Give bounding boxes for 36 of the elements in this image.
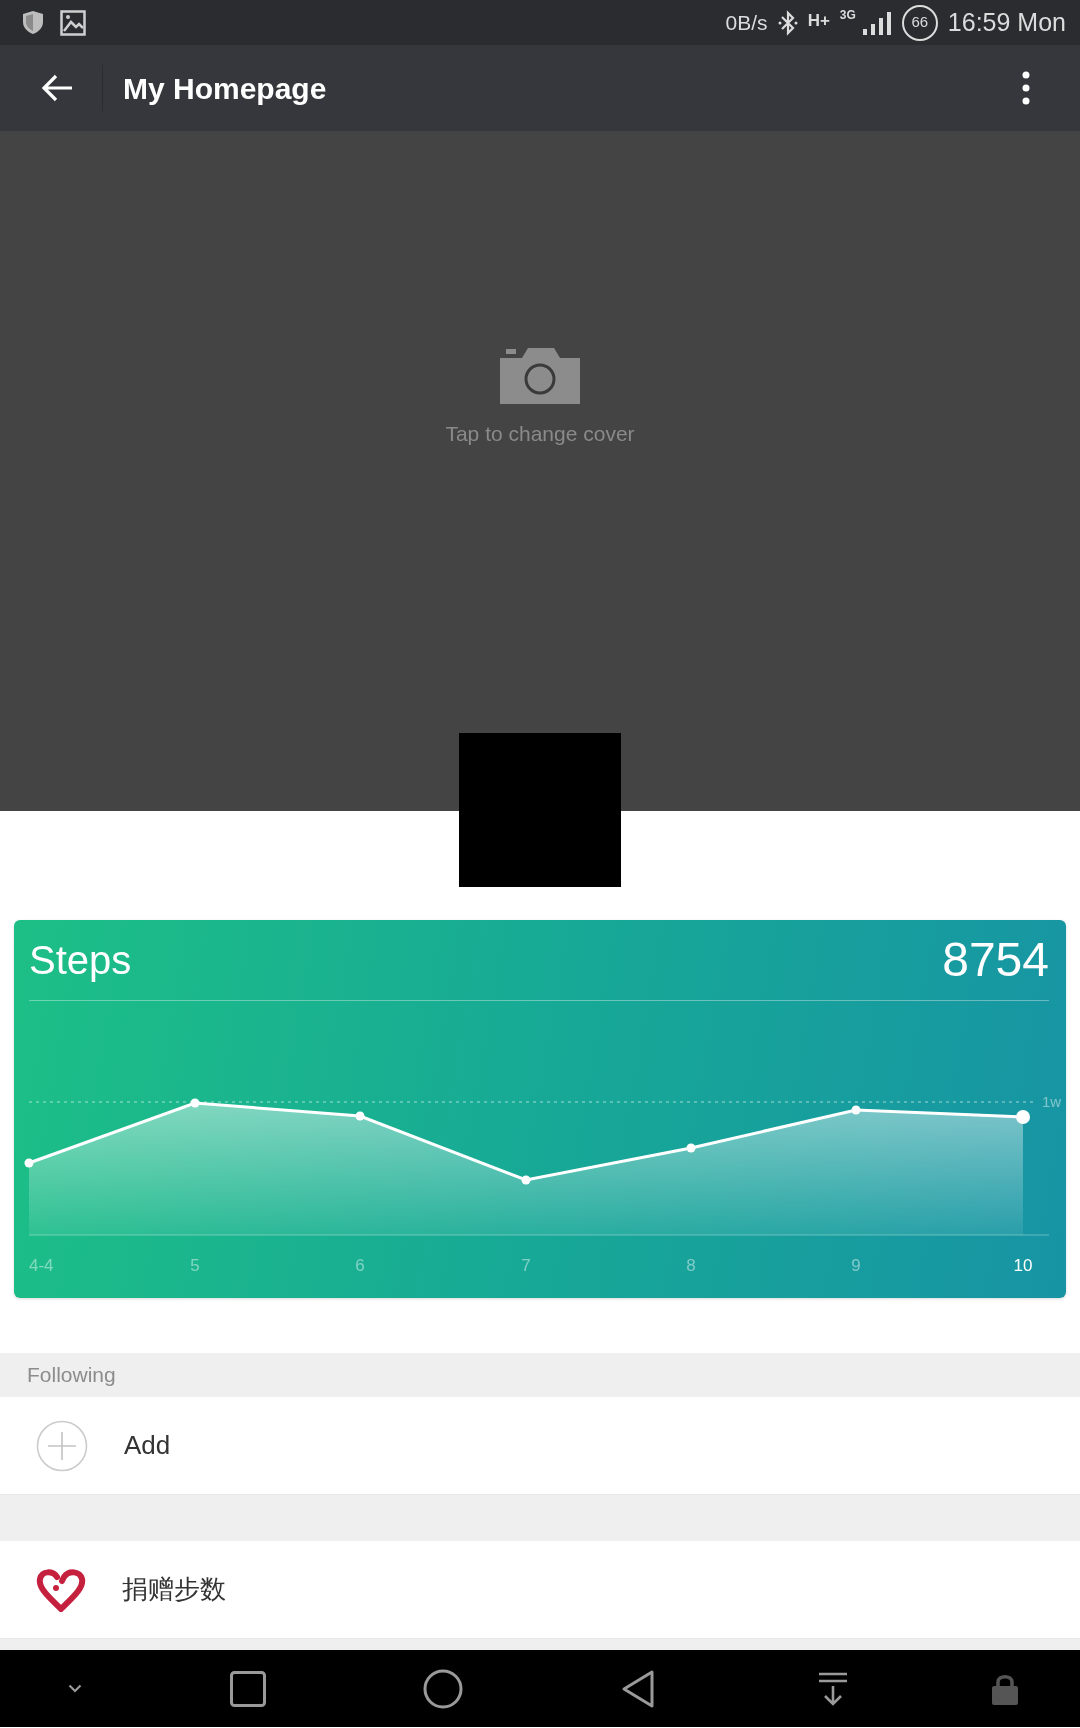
home-icon[interactable] bbox=[422, 1668, 463, 1709]
steps-count: 8754 bbox=[942, 932, 1049, 988]
steps-title: Steps bbox=[29, 937, 132, 984]
chevron-down-icon[interactable] bbox=[68, 1684, 82, 1693]
day-label[interactable]: 8 bbox=[686, 1256, 696, 1275]
steps-card[interactable]: Steps 8754 1w 4-4 5 6 7 8 9 10 bbox=[14, 920, 1066, 1298]
camera-icon[interactable] bbox=[500, 346, 580, 404]
day-label[interactable]: 9 bbox=[851, 1256, 861, 1275]
more-options-icon[interactable] bbox=[1022, 71, 1030, 105]
shield-icon bbox=[22, 10, 44, 35]
row-label: Add bbox=[124, 1429, 171, 1462]
cover-hint[interactable]: Tap to change cover bbox=[445, 418, 635, 450]
lock-icon[interactable] bbox=[992, 1672, 1018, 1705]
day-label[interactable]: 4-4 bbox=[29, 1256, 54, 1275]
page-title: My Homepage bbox=[123, 70, 327, 107]
network-type: H+ bbox=[807, 11, 830, 29]
signal-type: 3G bbox=[839, 8, 856, 21]
reference-label: 1w bbox=[1042, 1093, 1062, 1110]
pull-down-icon[interactable] bbox=[817, 1671, 848, 1706]
day-label[interactable]: 5 bbox=[190, 1256, 200, 1275]
row-label: 捐赠步数 bbox=[122, 1573, 226, 1606]
day-label[interactable]: 6 bbox=[355, 1256, 365, 1275]
heart-icon bbox=[36, 1567, 86, 1612]
battery-level: 66 bbox=[901, 4, 938, 41]
network-speed: 0B/s bbox=[725, 9, 768, 36]
back-arrow-icon[interactable] bbox=[42, 74, 74, 102]
add-circle-icon bbox=[36, 1419, 88, 1472]
image-icon bbox=[60, 9, 86, 36]
square-icon[interactable] bbox=[229, 1670, 266, 1707]
signal-icon bbox=[861, 9, 892, 36]
bluetooth-icon bbox=[777, 9, 798, 36]
section-header: Following bbox=[0, 1353, 1080, 1397]
day-label[interactable]: 7 bbox=[521, 1256, 531, 1275]
day-label[interactable]: 10 bbox=[1013, 1256, 1033, 1275]
back-icon[interactable] bbox=[620, 1668, 655, 1709]
clock-time: 16:59 Mon bbox=[947, 6, 1066, 38]
